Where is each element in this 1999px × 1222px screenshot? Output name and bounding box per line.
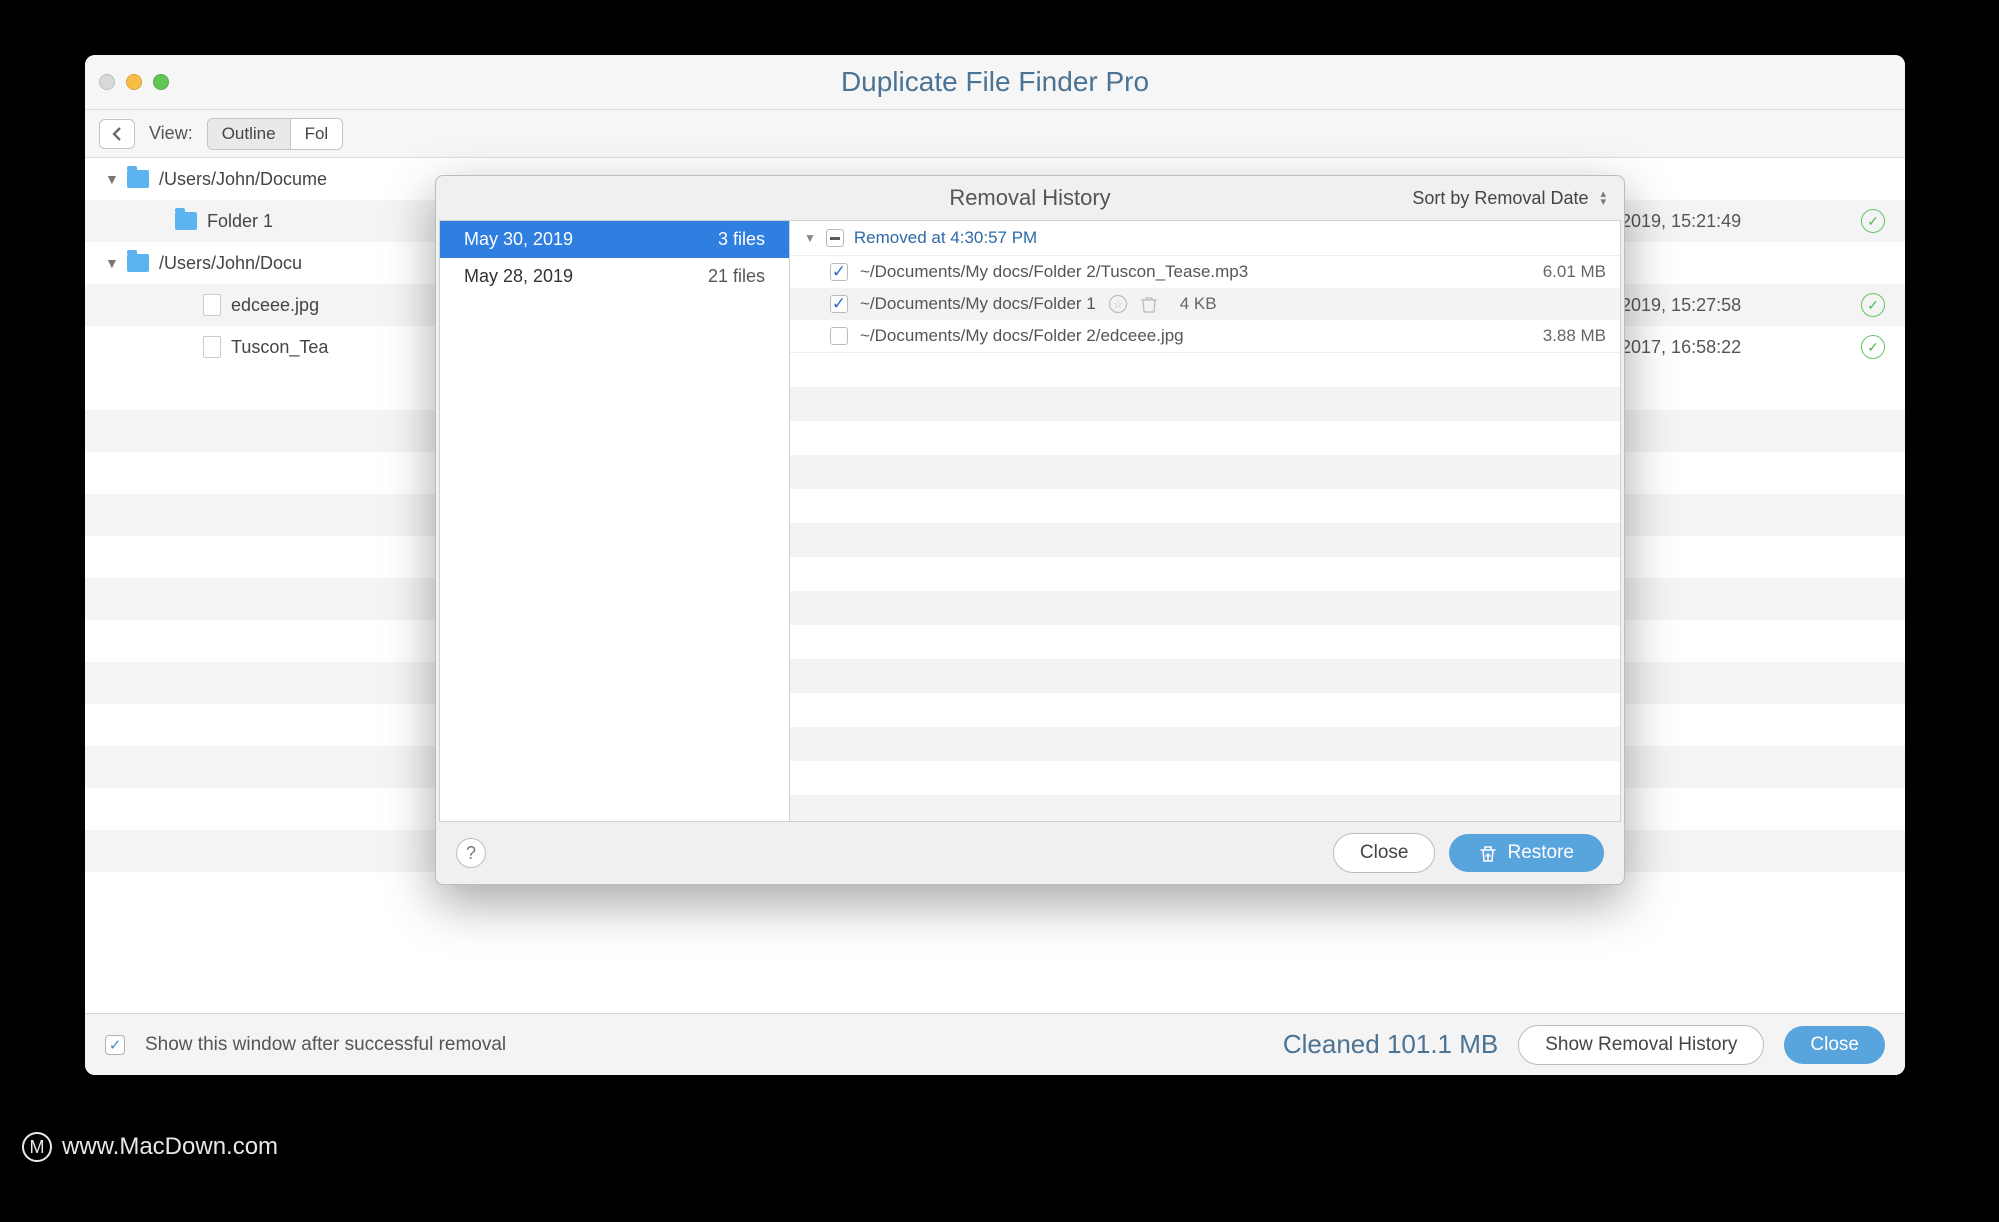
chevron-left-icon bbox=[111, 126, 123, 142]
date-label: 2, 2019, 15:21:49 bbox=[1601, 211, 1841, 232]
star-icon[interactable]: ☆ bbox=[1108, 294, 1128, 314]
mixed-checkbox[interactable] bbox=[826, 229, 844, 247]
restore-label: Restore bbox=[1507, 842, 1574, 864]
file-row[interactable]: ✓ ~/Documents/My docs/Folder 2/Tuscon_Te… bbox=[790, 256, 1620, 288]
watermark-icon: M bbox=[22, 1132, 52, 1162]
checkbox[interactable] bbox=[830, 327, 848, 345]
checkbox[interactable]: ✓ bbox=[830, 295, 848, 313]
folder-icon bbox=[175, 212, 197, 230]
status-check-icon: ✓ bbox=[1861, 293, 1885, 317]
date-count: 3 files bbox=[718, 229, 765, 250]
back-button[interactable] bbox=[99, 119, 135, 149]
show-window-checkbox[interactable]: ✓ bbox=[105, 1035, 125, 1055]
file-row[interactable]: ~/Documents/My docs/Folder 2/edceee.jpg … bbox=[790, 320, 1620, 352]
date-label: May 30, 2019 bbox=[464, 229, 573, 250]
file-path: ~/Documents/My docs/Folder 1 bbox=[860, 294, 1096, 314]
path-label: /Users/John/Docume bbox=[159, 169, 327, 190]
watermark-text: www.MacDown.com bbox=[62, 1133, 278, 1161]
path-label: Folder 1 bbox=[207, 211, 273, 232]
date-count: 21 files bbox=[708, 266, 765, 287]
group-header[interactable]: ▼ Removed at 4:30:57 PM bbox=[790, 221, 1620, 256]
files-list: ▼ Removed at 4:30:57 PM ✓ ~/Documents/My… bbox=[790, 221, 1620, 821]
disclosure-triangle-icon[interactable]: ▼ bbox=[804, 231, 816, 245]
footer: ✓ Show this window after successful remo… bbox=[85, 1013, 1905, 1075]
removal-history-sheet: Removal History Sort by Removal Date ▴▾ … bbox=[435, 175, 1625, 885]
sort-popup[interactable]: Sort by Removal Date ▴▾ bbox=[1412, 188, 1606, 209]
file-icon bbox=[203, 294, 221, 316]
dates-list: May 30, 2019 3 files May 28, 2019 21 fil… bbox=[440, 221, 790, 821]
path-label: /Users/John/Docu bbox=[159, 253, 302, 274]
disclosure-triangle-icon[interactable]: ▼ bbox=[105, 255, 119, 271]
toolbar: View: Outline Fol bbox=[85, 110, 1905, 158]
close-button[interactable]: Close bbox=[1784, 1026, 1885, 1064]
path-label: edceee.jpg bbox=[231, 295, 319, 316]
cleaned-label: Cleaned bbox=[1283, 1029, 1380, 1059]
restore-icon bbox=[1479, 843, 1497, 863]
status-check-icon: ✓ bbox=[1861, 335, 1885, 359]
stepper-icon: ▴▾ bbox=[1600, 190, 1606, 206]
segment-outline[interactable]: Outline bbox=[208, 119, 290, 149]
view-segmented-control: Outline Fol bbox=[207, 118, 344, 150]
view-label: View: bbox=[149, 123, 193, 144]
group-label: Removed at 4:30:57 PM bbox=[854, 228, 1037, 248]
folder-icon bbox=[127, 170, 149, 188]
disclosure-triangle-icon[interactable]: ▼ bbox=[105, 171, 119, 187]
file-icon bbox=[203, 336, 221, 358]
dates-filler bbox=[440, 295, 789, 821]
date-row[interactable]: May 30, 2019 3 files bbox=[440, 221, 789, 258]
sort-label: Sort by Removal Date bbox=[1412, 188, 1588, 209]
app-title: Duplicate File Finder Pro bbox=[85, 66, 1905, 98]
folder-icon bbox=[127, 254, 149, 272]
cleaned-summary: Cleaned 101.1 MB bbox=[1283, 1029, 1498, 1060]
file-path: ~/Documents/My docs/Folder 2/Tuscon_Teas… bbox=[860, 262, 1248, 282]
watermark: M www.MacDown.com bbox=[22, 1132, 278, 1162]
date-label: 4, 2017, 16:58:22 bbox=[1601, 337, 1841, 358]
date-label: May 28, 2019 bbox=[464, 266, 573, 287]
svg-text:☆: ☆ bbox=[1113, 299, 1123, 311]
sheet-footer: ? Close Restore bbox=[436, 822, 1624, 884]
show-removal-history-button[interactable]: Show Removal History bbox=[1518, 1025, 1764, 1065]
titlebar: Duplicate File Finder Pro bbox=[85, 55, 1905, 110]
cleaned-value: 101.1 MB bbox=[1387, 1029, 1498, 1059]
date-label: 4, 2019, 15:27:58 bbox=[1601, 295, 1841, 316]
sheet-close-button[interactable]: Close bbox=[1333, 833, 1436, 873]
file-row[interactable]: ✓ ~/Documents/My docs/Folder 1 ☆ 4 KB bbox=[790, 288, 1620, 320]
show-window-label: Show this window after successful remova… bbox=[145, 1034, 506, 1056]
checkbox[interactable]: ✓ bbox=[830, 263, 848, 281]
segment-folders-partial[interactable]: Fol bbox=[290, 119, 343, 149]
sheet-header: Removal History Sort by Removal Date ▴▾ bbox=[436, 176, 1624, 220]
trash-icon[interactable] bbox=[1140, 294, 1158, 314]
file-path: ~/Documents/My docs/Folder 2/edceee.jpg bbox=[860, 326, 1184, 346]
date-row[interactable]: May 28, 2019 21 files bbox=[440, 258, 789, 295]
main-window: Duplicate File Finder Pro View: Outline … bbox=[85, 55, 1905, 1075]
file-size: 3.88 MB bbox=[1543, 326, 1606, 346]
status-check-icon: ✓ bbox=[1861, 209, 1885, 233]
path-label: Tuscon_Tea bbox=[231, 337, 328, 358]
help-button[interactable]: ? bbox=[456, 838, 486, 868]
files-filler bbox=[790, 352, 1620, 821]
file-size: 4 KB bbox=[1180, 294, 1217, 314]
sheet-body: May 30, 2019 3 files May 28, 2019 21 fil… bbox=[439, 220, 1621, 822]
file-size: 6.01 MB bbox=[1543, 262, 1606, 282]
restore-button[interactable]: Restore bbox=[1449, 834, 1604, 872]
